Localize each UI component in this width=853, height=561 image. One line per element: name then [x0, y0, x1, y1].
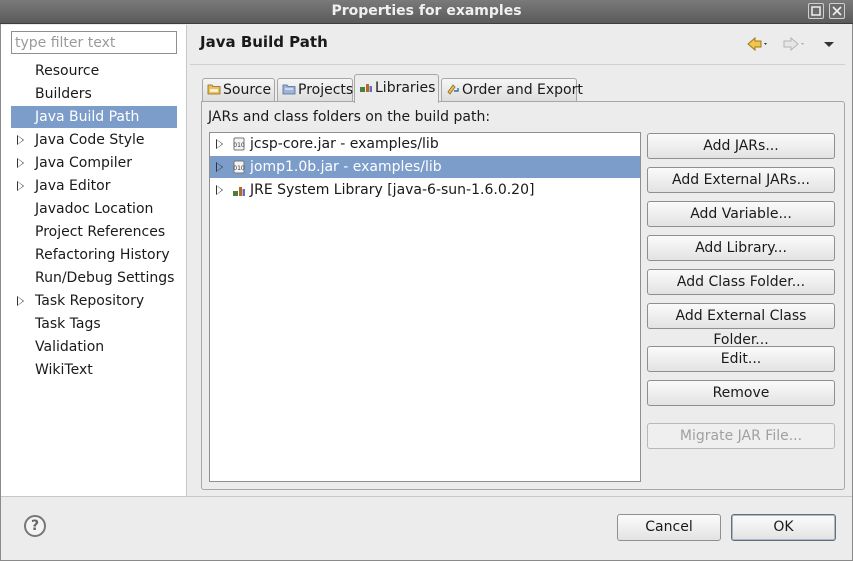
source-folder-icon — [207, 84, 221, 95]
entry-label: jomp1.0b.jar - examples/lib — [250, 159, 442, 175]
entry-label: jcsp-core.jar - examples/lib — [250, 136, 439, 152]
forward-arrow-icon — [783, 36, 804, 52]
sidebar-item-project-references[interactable]: Project References — [11, 221, 177, 243]
expand-arrow-icon — [17, 112, 24, 122]
expand-arrow-icon — [17, 342, 24, 352]
tab-label: Source — [223, 82, 272, 98]
entry-label: JRE System Library [java-6-sun-1.6.0.20] — [250, 182, 535, 198]
property-page-nav: Resource Builders Java Build Path Java Code… — [1, 25, 187, 496]
sidebar-item-java-editor[interactable]: Java Editor — [11, 175, 177, 197]
page-title: Java Build Path — [200, 33, 328, 51]
sidebar-item-resource[interactable]: Resource — [11, 60, 177, 82]
forward-button[interactable] — [782, 36, 806, 56]
jar-icon: 010 — [233, 137, 245, 151]
close-window-button[interactable] — [829, 3, 845, 19]
sidebar-item-label: Java Code Style — [35, 132, 145, 148]
list-item[interactable]: JRE System Library [java-6-sun-1.6.0.20] — [210, 179, 640, 201]
expand-arrow-icon[interactable] — [17, 296, 24, 306]
expand-arrow-icon — [17, 273, 24, 283]
tab-label: Projects — [298, 82, 354, 98]
libraries-tree[interactable]: 010 jcsp-core.jar - examples/lib 010 jom… — [209, 132, 641, 482]
sidebar-item-javadoc-location[interactable]: Javadoc Location — [11, 198, 177, 220]
libraries-icon — [360, 84, 372, 92]
sidebar-item-label: Javadoc Location — [35, 201, 154, 217]
view-menu-button[interactable] — [822, 36, 836, 56]
tab-projects[interactable]: Projects — [277, 78, 353, 102]
restore-window-button[interactable] — [808, 3, 824, 19]
header-separator — [190, 64, 845, 65]
sidebar-item-label: Resource — [35, 63, 100, 79]
sidebar-item-label: Java Build Path — [35, 109, 140, 125]
svg-text:010: 010 — [233, 142, 245, 149]
add-external-jars-button[interactable]: Add External JARs... — [647, 167, 835, 193]
expand-arrow-icon — [17, 365, 24, 375]
add-library-button[interactable]: Add Library... — [647, 235, 835, 261]
sidebar-item-java-build-path[interactable]: Java Build Path — [11, 106, 177, 128]
list-item[interactable]: 010 jcsp-core.jar - examples/lib — [210, 133, 640, 155]
expand-arrow-icon[interactable] — [216, 162, 223, 172]
help-icon[interactable]: ? — [24, 515, 46, 537]
sidebar-item-label: Refactoring History — [35, 247, 170, 263]
restore-icon — [811, 6, 821, 16]
jar-icon: 010 — [233, 160, 245, 174]
footer-separator — [1, 496, 852, 497]
sidebar-item-validation[interactable]: Validation — [11, 336, 177, 358]
svg-text:010: 010 — [233, 165, 245, 172]
libraries-list-label: JARs and class folders on the build path… — [208, 109, 491, 125]
sidebar-item-task-repository[interactable]: Task Repository — [11, 290, 177, 312]
expand-arrow-icon — [17, 250, 24, 260]
sidebar-item-label: Task Tags — [35, 316, 101, 332]
tab-label: Libraries — [375, 80, 436, 96]
sidebar-item-builders[interactable]: Builders — [11, 83, 177, 105]
sidebar-item-java-compiler[interactable]: Java Compiler — [11, 152, 177, 174]
filter-input[interactable] — [11, 31, 177, 54]
tab-source[interactable]: Source — [202, 78, 275, 102]
sidebar-item-label: Builders — [35, 86, 92, 102]
sidebar-item-label: Task Repository — [35, 293, 145, 309]
expand-arrow-icon — [17, 66, 24, 76]
expand-arrow-icon — [17, 89, 24, 99]
sidebar-item-wikitext[interactable]: WikiText — [11, 359, 177, 381]
cancel-button[interactable]: Cancel — [617, 514, 721, 541]
window-title: Properties for examples — [331, 3, 522, 19]
expand-arrow-icon[interactable] — [17, 181, 24, 191]
expand-arrow-icon[interactable] — [216, 185, 223, 195]
ok-button[interactable]: OK — [731, 514, 836, 541]
expand-arrow-icon — [17, 227, 24, 237]
sidebar-item-refactoring-history[interactable]: Refactoring History — [11, 244, 177, 266]
sidebar-item-label: WikiText — [35, 362, 93, 378]
sidebar-item-label: Java Editor — [35, 178, 111, 194]
library-icon — [233, 187, 245, 196]
add-class-folder-button[interactable]: Add Class Folder... — [647, 269, 835, 295]
back-arrow-icon — [747, 36, 767, 52]
edit-button[interactable]: Edit... — [647, 346, 835, 372]
expand-arrow-icon — [17, 204, 24, 214]
add-jars-button[interactable]: Add JARs... — [647, 133, 835, 159]
add-variable-button[interactable]: Add Variable... — [647, 201, 835, 227]
migrate-jar-button[interactable]: Migrate JAR File... — [647, 423, 835, 449]
expand-arrow-icon — [17, 319, 24, 329]
expand-arrow-icon[interactable] — [17, 158, 24, 168]
sidebar-item-run-debug-settings[interactable]: Run/Debug Settings — [11, 267, 177, 289]
sidebar-item-label: Java Compiler — [35, 155, 133, 171]
remove-button[interactable]: Remove — [647, 380, 835, 406]
expand-arrow-icon[interactable] — [17, 135, 24, 145]
window-titlebar[interactable]: Properties for examples — [0, 0, 853, 24]
sidebar-item-label: Project References — [35, 224, 166, 240]
back-button[interactable] — [746, 36, 770, 56]
sidebar-item-java-code-style[interactable]: Java Code Style — [11, 129, 177, 151]
sidebar-item-label: Validation — [35, 339, 105, 355]
tab-label: Order and Export — [462, 82, 583, 98]
add-external-class-folder-button[interactable]: Add External Class Folder... — [647, 303, 835, 348]
sidebar-item-label: Run/Debug Settings — [35, 270, 175, 286]
expand-arrow-icon[interactable] — [216, 139, 223, 149]
order-export-icon — [447, 84, 459, 95]
close-icon — [832, 6, 842, 16]
tab-order-and-export[interactable]: Order and Export — [441, 78, 583, 102]
tab-libraries[interactable]: Libraries — [354, 74, 439, 103]
projects-icon — [282, 84, 296, 95]
list-item[interactable]: 010 jomp1.0b.jar - examples/lib — [210, 156, 640, 178]
sidebar-item-task-tags[interactable]: Task Tags — [11, 313, 177, 335]
view-menu-icon — [824, 42, 834, 47]
